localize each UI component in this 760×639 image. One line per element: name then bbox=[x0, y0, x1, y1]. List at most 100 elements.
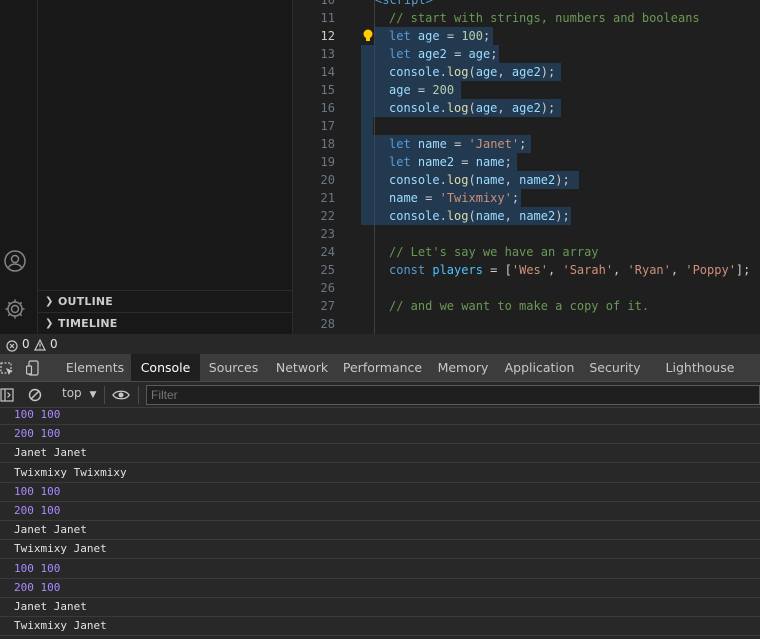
filter-input[interactable] bbox=[146, 385, 760, 405]
line-number: 19 bbox=[320, 155, 335, 169]
code-line[interactable]: 12 let age = 100; bbox=[293, 27, 760, 45]
line-number: 24 bbox=[320, 245, 335, 259]
line-number: 16 bbox=[320, 101, 335, 115]
chevron-right-icon: ❯ bbox=[45, 318, 54, 329]
sidebar-toggle-icon[interactable] bbox=[0, 388, 14, 405]
sidebar: ❯ OUTLINE ❯ TIMELINE bbox=[38, 0, 293, 334]
line-number: 28 bbox=[320, 317, 335, 331]
gear-icon[interactable] bbox=[3, 297, 27, 321]
console-message: 100 100 bbox=[0, 560, 760, 579]
console-message: Janet Janet bbox=[0, 598, 760, 617]
console-message-text: 200 100 bbox=[14, 504, 61, 517]
console-message-text: 200 100 bbox=[14, 427, 61, 441]
code-text: console.log(name, name2); bbox=[389, 209, 570, 223]
devtools-tabbar: Elements Console Sources Network Performance… bbox=[0, 354, 760, 382]
code-text: // and we want to make a copy of it. bbox=[389, 299, 650, 313]
chevron-right-icon: ❯ bbox=[45, 296, 54, 307]
tab-application[interactable]: Application bbox=[498, 354, 581, 381]
code-line[interactable]: 24 // Let's say we have an array bbox=[293, 243, 760, 261]
code-line[interactable]: 17 bbox=[293, 117, 760, 135]
console-message-text: 100 100 bbox=[14, 561, 61, 575]
code-editor[interactable]: 10 <script> 11 // start with strings, numbe… bbox=[293, 0, 760, 334]
tab-elements[interactable]: Elements bbox=[58, 354, 132, 381]
console-message-text: 200 100 bbox=[14, 580, 61, 594]
code-line[interactable]: 26 bbox=[293, 279, 760, 297]
tab-memory[interactable]: Memory bbox=[428, 354, 498, 381]
line-number: 12 bbox=[320, 29, 335, 43]
line-number: 11 bbox=[320, 11, 335, 25]
device-toolbar-icon[interactable] bbox=[25, 360, 40, 380]
line-number: 10 bbox=[320, 0, 335, 7]
code-text: age = 200 bbox=[389, 83, 455, 97]
code-line[interactable]: 16 console.log(age, age2); bbox=[293, 99, 760, 117]
console-message-text: Janet Janet bbox=[14, 446, 87, 460]
code-line[interactable]: 21 name = 'Twixmixy'; bbox=[293, 189, 760, 207]
toolbar-divider bbox=[138, 386, 139, 404]
console-message-text: Twixmixy Janet bbox=[14, 542, 107, 556]
console-message: Twixmixy Janet bbox=[0, 540, 760, 560]
context-label: top bbox=[62, 386, 82, 400]
toolbar-divider bbox=[104, 386, 105, 404]
code-line[interactable]: 19 let name2 = name; bbox=[293, 153, 760, 171]
code-line[interactable]: 14 console.log(age, age2); bbox=[293, 63, 760, 81]
console-message: 100 100 bbox=[0, 483, 760, 502]
tab-security[interactable]: Security bbox=[581, 354, 649, 381]
code-text: let name = 'Janet'; bbox=[389, 137, 527, 151]
line-number: 17 bbox=[320, 119, 335, 133]
code-line[interactable]: 13 let age2 = age; bbox=[293, 45, 760, 63]
console-message: 100 100 bbox=[0, 408, 760, 425]
line-number: 21 bbox=[320, 191, 335, 205]
console-message: 200 100 bbox=[0, 502, 760, 521]
console-message-text: Janet Janet bbox=[14, 523, 87, 537]
console-toolbar: top ▼ bbox=[0, 382, 760, 408]
code-line[interactable]: 27 // and we want to make a copy of it. bbox=[293, 297, 760, 315]
tab-network[interactable]: Network bbox=[267, 354, 337, 381]
code-text: name = 'Twixmixy'; bbox=[389, 191, 520, 205]
code-text: console.log(age, age2); bbox=[389, 101, 556, 115]
code-text: const players = ['Wes', 'Sarah', 'Ryan',… bbox=[389, 263, 751, 277]
code-line[interactable]: 18 let name = 'Janet'; bbox=[293, 135, 760, 153]
outline-label: OUTLINE bbox=[58, 295, 114, 308]
inspect-element-icon[interactable] bbox=[0, 361, 14, 380]
live-expression-eye-icon[interactable] bbox=[112, 388, 130, 405]
code-line[interactable]: 15 age = 200 bbox=[293, 81, 760, 99]
code-text: let age2 = age; bbox=[389, 47, 498, 61]
tab-performance[interactable]: Performance bbox=[337, 354, 428, 381]
status-row: 0 0 bbox=[0, 334, 760, 354]
code-line[interactable]: 22 console.log(name, name2); bbox=[293, 207, 760, 225]
code-line[interactable]: 10 <script> bbox=[293, 0, 760, 9]
code-text: console.log(name, name2); bbox=[389, 173, 570, 187]
outline-section-header[interactable]: ❯ OUTLINE bbox=[38, 290, 293, 312]
context-selector[interactable]: top ▼ bbox=[62, 386, 96, 400]
account-icon[interactable] bbox=[3, 249, 27, 273]
code-line[interactable]: 20 console.log(name, name2); bbox=[293, 171, 760, 189]
code-line[interactable]: 25 const players = ['Wes', 'Sarah', 'Ryan… bbox=[293, 261, 760, 279]
line-number: 20 bbox=[320, 173, 335, 187]
dropdown-arrow-icon: ▼ bbox=[89, 390, 97, 400]
tab-console[interactable]: Console bbox=[131, 354, 200, 381]
line-number: 13 bbox=[320, 47, 335, 61]
line-number: 22 bbox=[320, 209, 335, 223]
code-line[interactable]: 28 bbox=[293, 315, 760, 333]
line-number: 23 bbox=[320, 227, 335, 241]
console-message: Twixmixy Janet bbox=[0, 617, 760, 637]
code-text: // start with strings, numbers and boole… bbox=[389, 11, 700, 25]
warning-count[interactable]: 0 bbox=[50, 334, 58, 354]
tab-sources[interactable]: Sources bbox=[200, 354, 267, 381]
console-message: 200 100 bbox=[0, 425, 760, 445]
console-message: Twixmixy Twixmixy bbox=[0, 464, 760, 483]
console-message-text: Twixmixy Twixmixy bbox=[14, 465, 127, 479]
line-number: 27 bbox=[320, 299, 335, 313]
line-number: 25 bbox=[320, 263, 335, 277]
code-line[interactable]: 23 bbox=[293, 225, 760, 243]
code-line[interactable]: 11 // start with strings, numbers and boo… bbox=[293, 9, 760, 27]
clear-console-icon[interactable] bbox=[28, 388, 42, 405]
timeline-section-header[interactable]: ❯ TIMELINE bbox=[38, 312, 293, 334]
console-message-text: 100 100 bbox=[14, 408, 61, 421]
activity-bar bbox=[0, 0, 38, 334]
code-text: console.log(age, age2); bbox=[389, 65, 556, 79]
error-count[interactable]: 0 bbox=[22, 334, 30, 354]
timeline-label: TIMELINE bbox=[58, 317, 118, 330]
console-message-text: Twixmixy Janet bbox=[14, 619, 107, 633]
tab-lighthouse[interactable]: Lighthouse bbox=[649, 354, 751, 381]
